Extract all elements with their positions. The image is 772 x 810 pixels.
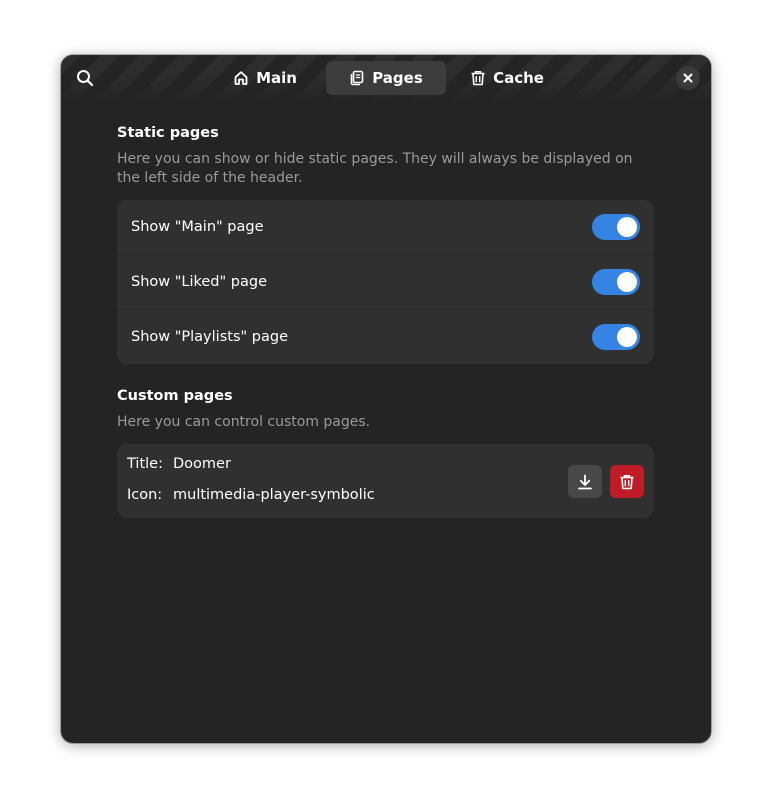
tab-label: Pages [372,69,423,87]
static-pages-description: Here you can show or hide static pages. … [117,151,633,186]
switch-knob [617,327,637,347]
icon-value: multimedia-player-symbolic [173,487,375,503]
tab-pages[interactable]: Pages [326,61,446,95]
switch-knob [617,217,637,237]
search-button[interactable] [71,65,99,91]
tab-label: Cache [493,69,544,87]
list-item: Show "Playlists" page [117,310,654,364]
tab-main[interactable]: Main [206,61,324,95]
static-pages-title: Static pages [117,125,219,141]
search-icon [77,70,94,87]
download-icon [578,474,592,489]
list-item: Show "Main" page [117,200,654,255]
switch-knob [617,272,637,292]
title-key: Title: [127,456,163,472]
pages-icon [350,70,364,86]
close-icon [683,73,693,83]
static-pages-list: Show "Main" page Show "Liked" page Show … [117,200,654,364]
icon-key: Icon: [127,487,163,503]
liked-page-switch[interactable] [592,269,640,295]
playlists-page-switch[interactable] [592,324,640,350]
row-label: Show "Liked" page [131,274,268,290]
custom-page-title-row: Title: Doomer [127,456,231,472]
trash-icon [471,71,485,86]
tab-label: Main [256,69,297,87]
list-item: Show "Liked" page [117,255,654,310]
main-page-switch[interactable] [592,214,640,240]
tab-cache[interactable]: Cache [448,61,566,95]
custom-page-card: Title: Doomer Icon: multimedia-player-sy… [117,444,654,518]
home-icon [234,71,248,85]
custom-page-icon-row: Icon: multimedia-player-symbolic [127,487,375,503]
custom-pages-description: Here you can control custom pages. [117,414,371,430]
download-button[interactable] [568,465,602,498]
trash-icon [620,474,634,489]
row-label: Show "Playlists" page [131,329,288,345]
title-value: Doomer [173,456,231,472]
settings-window: Main Pages Cache Static pages Here you c… [61,55,711,743]
custom-pages-title: Custom pages [117,388,233,404]
close-button[interactable] [676,66,700,90]
row-label: Show "Main" page [131,219,264,235]
delete-button[interactable] [610,465,644,498]
